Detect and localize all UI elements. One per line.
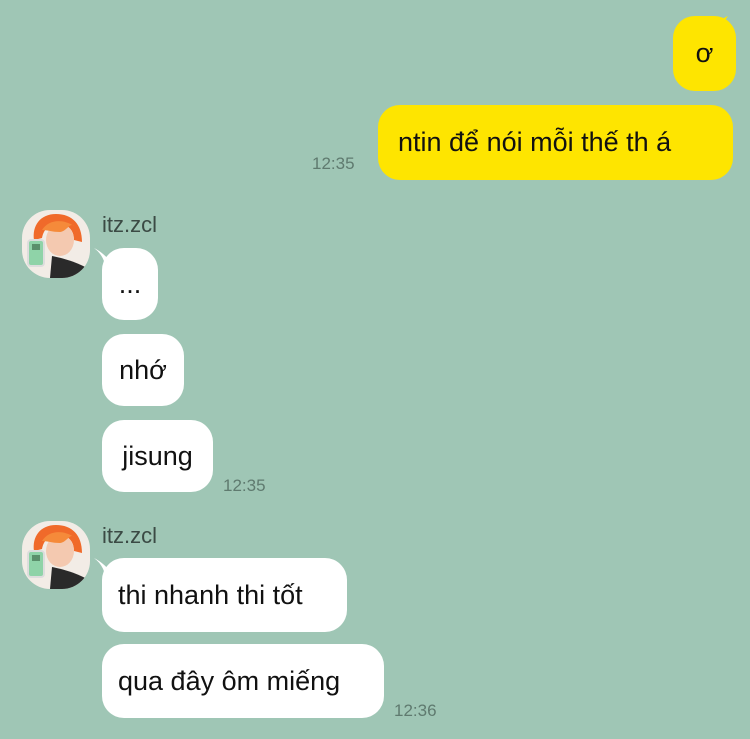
outgoing-message[interactable]: ơ: [673, 16, 736, 91]
message-text: qua đây ôm miếng: [118, 665, 341, 696]
message-timestamp: 12:36: [394, 701, 437, 720]
incoming-message[interactable]: qua đây ôm miếng: [102, 644, 384, 718]
incoming-message[interactable]: thi nhanh thi tốt: [102, 558, 347, 632]
outgoing-message[interactable]: ntin để nói mỗi thế th á: [378, 105, 733, 180]
avatar[interactable]: [22, 210, 90, 278]
incoming-message[interactable]: jisung: [102, 420, 213, 492]
message-text: jisung: [122, 440, 193, 471]
sender-name: itz.zcl: [102, 212, 157, 237]
profile-photo-icon: [22, 210, 90, 278]
message-text: nhớ: [119, 354, 167, 385]
message-timestamp: 12:35: [312, 154, 355, 173]
message-text: ...: [118, 268, 142, 299]
avatar[interactable]: [22, 521, 90, 589]
profile-photo-icon: [22, 521, 90, 589]
incoming-message[interactable]: nhớ: [102, 334, 184, 406]
sender-name: itz.zcl: [102, 523, 157, 548]
message-text: ntin để nói mỗi thế th á: [398, 127, 672, 157]
message-text: ơ: [695, 38, 714, 68]
message-timestamp: 12:35: [223, 476, 266, 495]
incoming-message[interactable]: ...: [102, 248, 158, 320]
message-text: thi nhanh thi tốt: [118, 579, 303, 610]
